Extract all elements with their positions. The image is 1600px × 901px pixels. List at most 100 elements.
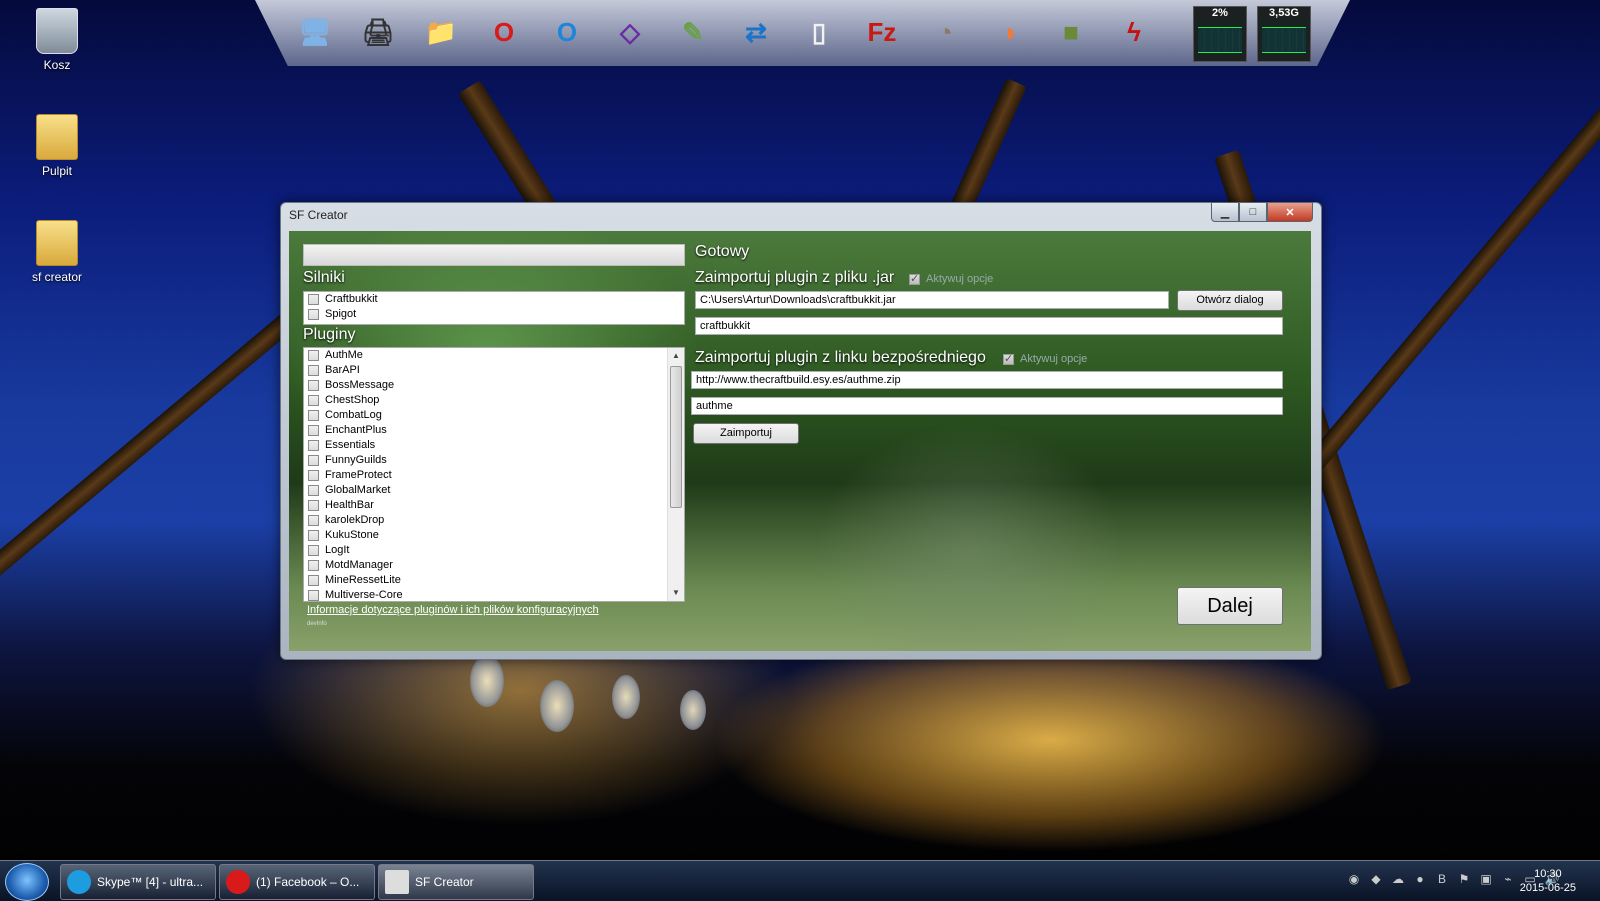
scroll-down-arrow-icon[interactable]: ▼: [668, 585, 684, 601]
list-item[interactable]: karolekDrop: [304, 513, 684, 528]
checkbox[interactable]: [308, 455, 319, 466]
list-item-label: MineRessetLite: [325, 574, 401, 586]
open-dialog-button[interactable]: Otwórz dialog: [1177, 290, 1283, 311]
list-item[interactable]: MotdManager: [304, 558, 684, 573]
checkbox[interactable]: [308, 309, 319, 320]
nvidia-icon[interactable]: ▣: [1478, 871, 1494, 887]
checkbox[interactable]: [308, 560, 319, 571]
list-item[interactable]: LogIt: [304, 543, 684, 558]
list-item[interactable]: AuthMe: [304, 348, 684, 363]
steam-icon[interactable]: ◉: [1346, 871, 1362, 887]
taskbar-item-sf-creator[interactable]: SF Creator: [378, 864, 534, 900]
list-item[interactable]: GlobalMarket: [304, 483, 684, 498]
clock[interactable]: 10:30 2015-06-25: [1520, 867, 1576, 895]
teamviewer-icon[interactable]: ⇄: [731, 6, 781, 58]
checkbox[interactable]: [308, 515, 319, 526]
minecraft-icon[interactable]: ■: [1046, 6, 1096, 58]
list-item[interactable]: ChestShop: [304, 393, 684, 408]
desktop-icon-label: Kosz: [43, 58, 71, 72]
close-button[interactable]: ✕: [1267, 202, 1313, 222]
taskbar-item-label: SF Creator: [415, 875, 474, 889]
desktop-icon-recycle-bin[interactable]: Kosz: [12, 8, 102, 72]
cpu-meter[interactable]: 2%: [1193, 6, 1247, 62]
badge-icon[interactable]: ●: [1412, 871, 1428, 887]
taskbar-item-opera[interactable]: (1) Facebook – O...: [219, 864, 375, 900]
checkbox[interactable]: [308, 500, 319, 511]
checkbox[interactable]: [308, 380, 319, 391]
checkbox[interactable]: [308, 485, 319, 496]
list-item-label: KukuStone: [325, 529, 379, 541]
list-item-label: BarAPI: [325, 364, 360, 376]
checkbox[interactable]: [308, 530, 319, 541]
flash-icon[interactable]: ϟ: [1109, 6, 1159, 58]
list-item-label: GlobalMarket: [325, 484, 391, 496]
desktop-icon-pulpit[interactable]: Pulpit: [12, 114, 102, 178]
list-item[interactable]: MineRessetLite: [304, 573, 684, 588]
list-item[interactable]: BarAPI: [304, 363, 684, 378]
printer-icon[interactable]: 🖨: [353, 6, 403, 58]
usb-icon[interactable]: ⌁: [1500, 871, 1516, 887]
list-item[interactable]: Spigot: [304, 307, 684, 322]
link-name-input[interactable]: [691, 397, 1283, 415]
file-path-input[interactable]: [695, 291, 1169, 309]
diamond-icon[interactable]: ◆: [1368, 871, 1384, 887]
checkbox-icon: [909, 272, 920, 285]
list-item[interactable]: BossMessage: [304, 378, 684, 393]
file-name-input[interactable]: [695, 317, 1283, 335]
checkbox[interactable]: [308, 440, 319, 451]
maximize-button[interactable]: □: [1239, 202, 1267, 222]
checkbox[interactable]: [308, 425, 319, 436]
list-item[interactable]: CombatLog: [304, 408, 684, 423]
opera-blue-icon[interactable]: O: [542, 6, 592, 58]
document-icon[interactable]: ▯: [794, 6, 844, 58]
title-bar[interactable]: SF Creator ▁ □ ✕: [281, 202, 1321, 227]
pluginy-scrollbar[interactable]: ▲ ▼: [667, 348, 684, 601]
window-icon: [385, 870, 409, 894]
scroll-up-arrow-icon[interactable]: ▲: [668, 348, 684, 364]
computer-icon[interactable]: 🖥: [290, 6, 340, 58]
checkbox[interactable]: [308, 395, 319, 406]
list-item[interactable]: Craftbukkit: [304, 292, 684, 307]
checkbox[interactable]: [308, 575, 319, 586]
checkbox[interactable]: [308, 545, 319, 556]
list-item[interactable]: FrameProtect: [304, 468, 684, 483]
checkbox[interactable]: [308, 590, 319, 601]
minimize-button[interactable]: ▁: [1211, 202, 1239, 222]
recycle-bin-icon: [36, 8, 78, 54]
checkbox[interactable]: [308, 410, 319, 421]
opera-icon[interactable]: O: [479, 6, 529, 58]
list-item[interactable]: FunnyGuilds: [304, 453, 684, 468]
network-icon[interactable]: ☁: [1390, 871, 1406, 887]
desktop-icon-sf-creator[interactable]: sf creator: [12, 220, 102, 284]
checkbox-label: Aktywuj opcje: [1020, 353, 1088, 365]
link-url-input[interactable]: [691, 371, 1283, 389]
folder-icon[interactable]: 📁: [416, 6, 466, 58]
next-button[interactable]: Dalej: [1177, 587, 1283, 625]
import-button[interactable]: Zaimportuj: [693, 423, 799, 444]
taskbar-item-skype[interactable]: Skype™ [4] - ultra...: [60, 864, 216, 900]
scroll-thumb[interactable]: [670, 366, 682, 508]
checkbox[interactable]: [308, 470, 319, 481]
visual-studio-icon[interactable]: ◇: [605, 6, 655, 58]
plugin-info-link[interactable]: Informacje dotyczące pluginów i ich plik…: [307, 604, 599, 616]
list-item[interactable]: Essentials: [304, 438, 684, 453]
list-item[interactable]: EnchantPlus: [304, 423, 684, 438]
filezilla-icon[interactable]: Fz: [857, 6, 907, 58]
b-icon[interactable]: B: [1434, 871, 1450, 887]
list-item[interactable]: HealthBar: [304, 498, 684, 513]
list-item[interactable]: Multiverse-Core: [304, 588, 684, 601]
checkbox[interactable]: [308, 294, 319, 305]
office-icon[interactable]: ◑: [983, 6, 1033, 58]
active-options-checkbox-2[interactable]: Aktywuj opcje: [1003, 352, 1088, 365]
list-item[interactable]: KukuStone: [304, 528, 684, 543]
memory-meter[interactable]: 3,53G: [1257, 6, 1311, 62]
checkbox[interactable]: [308, 365, 319, 376]
active-options-checkbox-1[interactable]: Aktywuj opcje: [909, 272, 993, 285]
list-item-label: BossMessage: [325, 379, 395, 391]
flag-icon[interactable]: ⚑: [1456, 871, 1472, 887]
start-button[interactable]: [5, 863, 49, 901]
editor-icon[interactable]: ✎: [668, 6, 718, 58]
gimp-icon[interactable]: ◔: [920, 6, 970, 58]
checkbox[interactable]: [308, 350, 319, 361]
pluginy-header: Pluginy: [303, 326, 356, 343]
